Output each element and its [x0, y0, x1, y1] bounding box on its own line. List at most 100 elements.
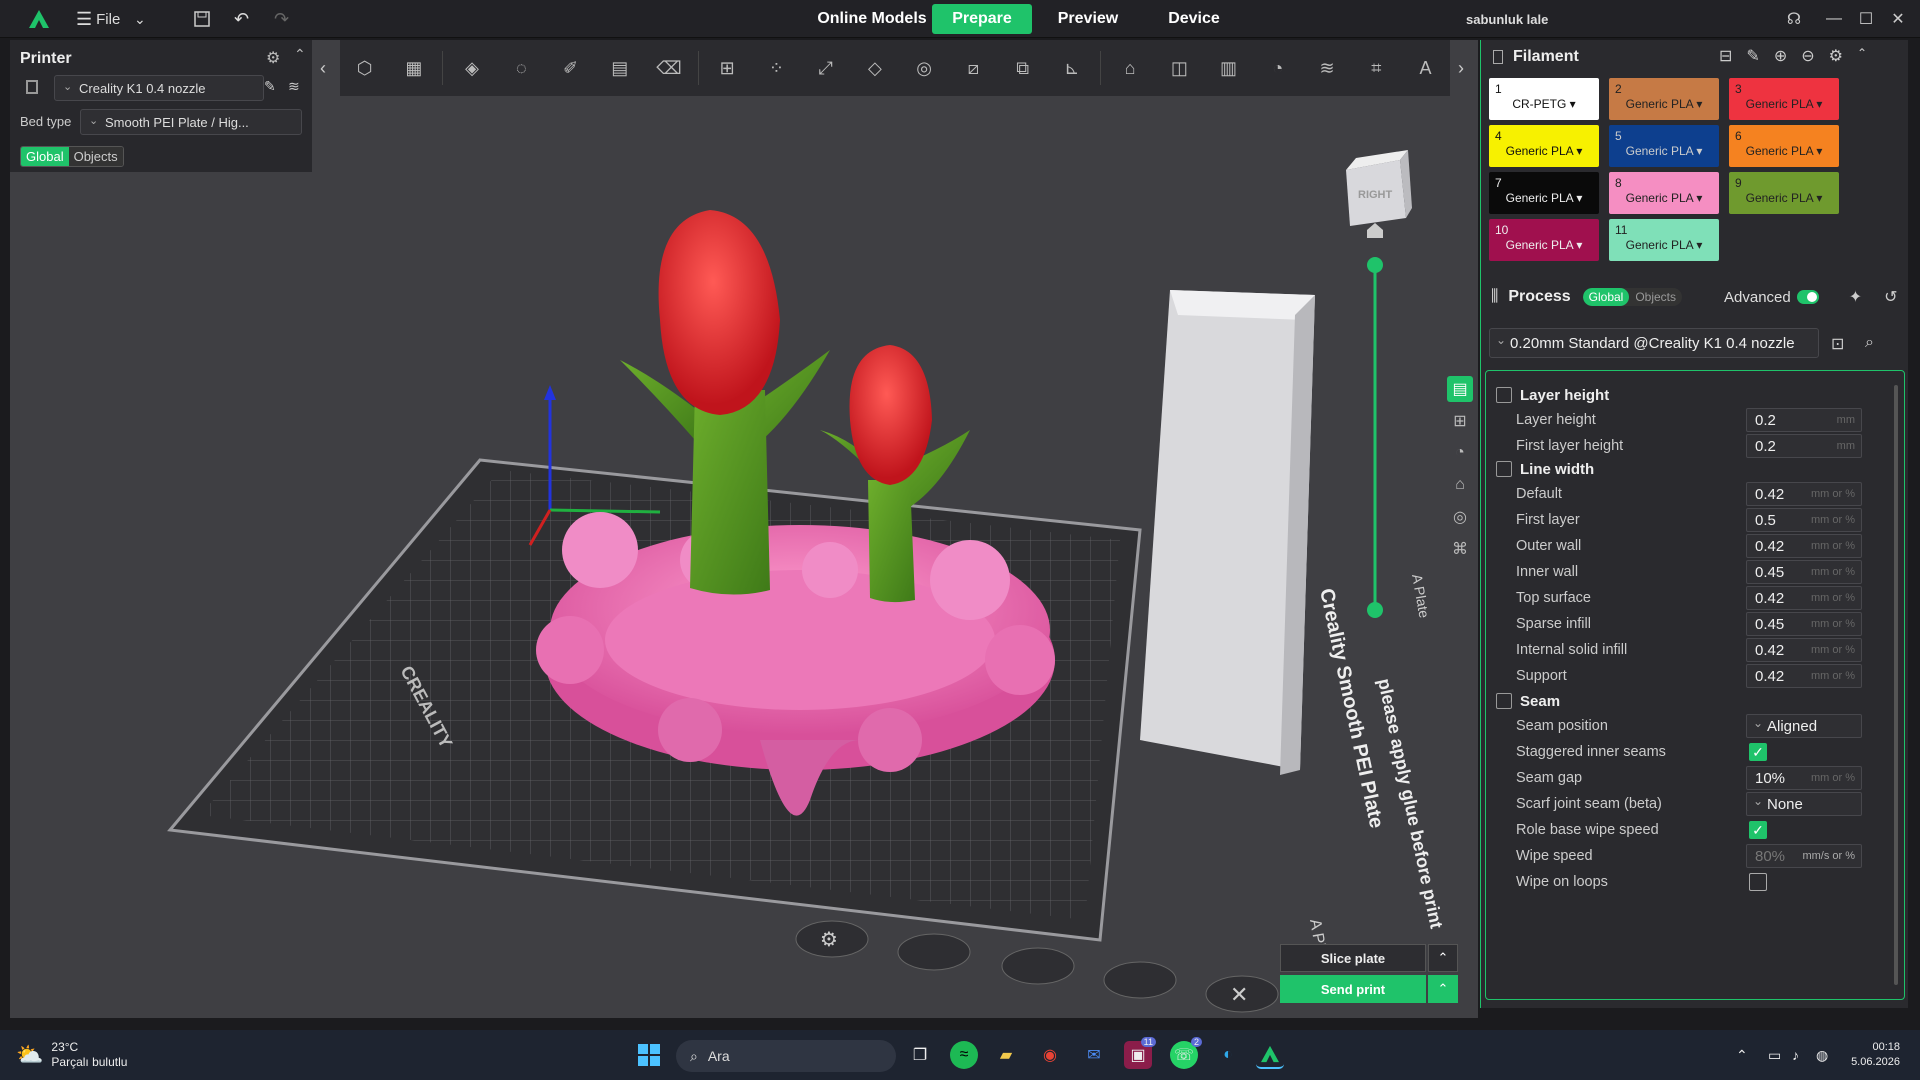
save-icon[interactable] — [194, 0, 210, 38]
minimize-icon[interactable]: — — [1820, 0, 1848, 38]
calendar-app-icon[interactable]: ▣ 11 — [1124, 1037, 1156, 1069]
cut-icon[interactable]: ⧄ — [955, 49, 992, 87]
chrome-icon[interactable]: ◉ — [1036, 1041, 1064, 1069]
layer-slider-top-handle[interactable] — [1367, 257, 1383, 273]
filament-brush-icon[interactable]: ✎ — [1746, 46, 1759, 66]
spotify-icon[interactable]: ≈ — [950, 1041, 978, 1069]
undo-icon[interactable]: ↶ — [234, 0, 249, 38]
filament-slot-10[interactable]: 10 Generic PLA — [1489, 219, 1599, 261]
view-cube[interactable]: RIGHT — [1346, 150, 1412, 226]
filament-slot-3[interactable]: 3 Generic PLA — [1729, 78, 1839, 120]
arrange-icon[interactable]: ▤ — [601, 49, 638, 87]
process-objects-toggle[interactable]: Objects — [1629, 288, 1682, 306]
variable-layer-icon[interactable]: ≋ — [1308, 49, 1345, 87]
redo-icon[interactable]: ↷ — [274, 0, 289, 38]
layer-height-input[interactable]: 0.2 mm — [1746, 408, 1862, 432]
mail-app-icon[interactable]: ✉ — [1080, 1041, 1108, 1069]
creality-print-taskbar-icon[interactable] — [1256, 1041, 1284, 1069]
wipe-loops-checkbox[interactable] — [1749, 873, 1767, 891]
support-icon[interactable]: ☊ — [1780, 0, 1808, 38]
support-tab-icon[interactable]: ⌂ — [1447, 472, 1473, 498]
tray-overflow-icon[interactable]: ⌃ — [1736, 1030, 1748, 1080]
line-width-input[interactable]: 0.5 mm or % — [1746, 508, 1862, 532]
advanced-toggle[interactable] — [1796, 290, 1819, 304]
filament-slot-1[interactable]: 1 CR-PETG — [1489, 78, 1599, 120]
filament-slot-8[interactable]: 8 Generic PLA — [1609, 172, 1719, 214]
filament-slot-5[interactable]: 5 Generic PLA — [1609, 125, 1719, 167]
seam-paint-icon[interactable]: ◫ — [1161, 49, 1198, 87]
orient-icon[interactable]: ◈ — [453, 49, 490, 87]
printer-settings-icon[interactable]: ⚙ — [266, 48, 280, 68]
filament-slot-6[interactable]: 6 Generic PLA — [1729, 125, 1839, 167]
split-objects-icon[interactable]: ⊞ — [709, 49, 746, 87]
line-width-input[interactable]: 0.45 mm or % — [1746, 612, 1862, 636]
send-options-chevron-icon[interactable]: ⌃ — [1428, 975, 1458, 1003]
taskbar-search[interactable]: ⌕ Ara — [676, 1040, 896, 1072]
support-paint-icon[interactable]: ⌂ — [1111, 49, 1148, 87]
line-width-input[interactable]: 0.42 mm or % — [1746, 664, 1862, 688]
clock[interactable]: 00:18 5.06.2026 — [1840, 1030, 1900, 1080]
filament-collapse-icon[interactable]: ⌃ — [1857, 46, 1867, 66]
process-compare-icon[interactable]: ✦ — [1849, 287, 1862, 307]
line-width-input[interactable]: 0.45 mm or % — [1746, 560, 1862, 584]
printer-select[interactable]: ⌄ Creality K1 0.4 nozzle — [54, 75, 264, 101]
monitor-icon[interactable]: ▭ — [1768, 1030, 1781, 1080]
orient-gizmo-button[interactable] — [897, 933, 971, 971]
process-reset-icon[interactable]: ↺ — [1884, 287, 1897, 307]
process-preset-select[interactable]: ⌄ 0.20mm Standard @Creality K1 0.4 nozzl… — [1489, 328, 1819, 358]
edge-icon[interactable]: ◐ — [1214, 1041, 1242, 1069]
assembly-icon[interactable]: ⌗ — [1358, 49, 1395, 87]
auto-orient-icon[interactable]: ✐ — [552, 49, 589, 87]
line-width-input[interactable]: 0.42 mm or % — [1746, 534, 1862, 558]
cube-icon[interactable]: ◇ — [856, 49, 893, 87]
layout-gizmo-button[interactable] — [1103, 961, 1177, 999]
seam-position-select[interactable]: Aligned — [1746, 714, 1862, 738]
file-menu[interactable]: ☰ File — [76, 0, 120, 38]
first-layer-height-input[interactable]: 0.2 mm — [1746, 434, 1862, 458]
speed-tab-icon[interactable]: ◔ — [1447, 440, 1473, 466]
filament-slot-4[interactable]: 4 Generic PLA — [1489, 125, 1599, 167]
filament-slot-2[interactable]: 2 Generic PLA — [1609, 78, 1719, 120]
wifi-icon[interactable]: ≋ — [288, 78, 300, 95]
scale-icon[interactable]: ⤢ — [807, 49, 844, 87]
tab-device[interactable]: Device — [1144, 0, 1244, 38]
collapse-panel-icon[interactable]: ⌃ — [294, 46, 306, 63]
lay-on-face-icon[interactable]: ◌ — [503, 49, 540, 87]
filament-settings-icon[interactable]: ⚙ — [1829, 46, 1843, 66]
strength-tab-icon[interactable]: ⊞ — [1447, 408, 1473, 434]
tab-online-models[interactable]: Online Models — [812, 0, 932, 38]
staggered-seams-checkbox[interactable]: ✓ — [1749, 743, 1767, 761]
objects-toggle[interactable]: Objects — [68, 147, 123, 166]
color-paint-icon[interactable]: ▥ — [1210, 49, 1247, 87]
erase-icon[interactable]: ⌫ — [650, 49, 687, 87]
3d-viewport[interactable]: CREALITY Creality Smooth PEI Plate pleas… — [10, 40, 1478, 1018]
split-parts-icon[interactable]: ⁘ — [758, 49, 795, 87]
collapse-right-icon[interactable]: › — [1458, 58, 1464, 79]
text-icon[interactable]: A — [1407, 49, 1444, 87]
line-width-input[interactable]: 0.42 mm or % — [1746, 482, 1862, 506]
add-plate-icon[interactable]: ▦ — [395, 49, 432, 87]
filament-slot-7[interactable]: 7 Generic PLA — [1489, 172, 1599, 214]
others-tab-icon[interactable]: ⌘ — [1447, 536, 1473, 562]
task-view-icon[interactable]: ❐ — [906, 1041, 934, 1069]
params-scrollbar[interactable] — [1894, 385, 1898, 985]
send-print-button[interactable]: Send print — [1280, 975, 1426, 1003]
tab-prepare[interactable]: Prepare — [932, 4, 1032, 34]
quality-tab-icon[interactable]: ▤ — [1447, 376, 1473, 402]
measure-icon[interactable]: ⊾ — [1053, 49, 1090, 87]
filament-slot-11[interactable]: 11 Generic PLA — [1609, 219, 1719, 261]
add-object-icon[interactable]: ⬡ — [346, 49, 383, 87]
edit-printer-icon[interactable]: ✎ — [264, 78, 276, 95]
volume-icon[interactable]: ♪ — [1792, 1030, 1799, 1080]
line-width-input[interactable]: 0.42 mm or % — [1746, 638, 1862, 662]
global-toggle[interactable]: Global — [21, 147, 69, 166]
save-preset-icon[interactable]: ⊡ — [1831, 334, 1844, 354]
seam-gap-input[interactable]: 10% mm or % — [1746, 766, 1862, 790]
maximize-icon[interactable]: ☐ — [1852, 0, 1880, 38]
username[interactable]: sabunluk lale — [1466, 0, 1548, 38]
remove-filament-icon[interactable]: ⊖ — [1801, 46, 1814, 66]
emboss-icon[interactable]: ◔ — [1259, 49, 1296, 87]
collapse-left-icon[interactable]: ‹ — [320, 58, 326, 79]
scarf-joint-select[interactable]: None — [1746, 792, 1862, 816]
prime-tower-model[interactable] — [1140, 290, 1315, 775]
